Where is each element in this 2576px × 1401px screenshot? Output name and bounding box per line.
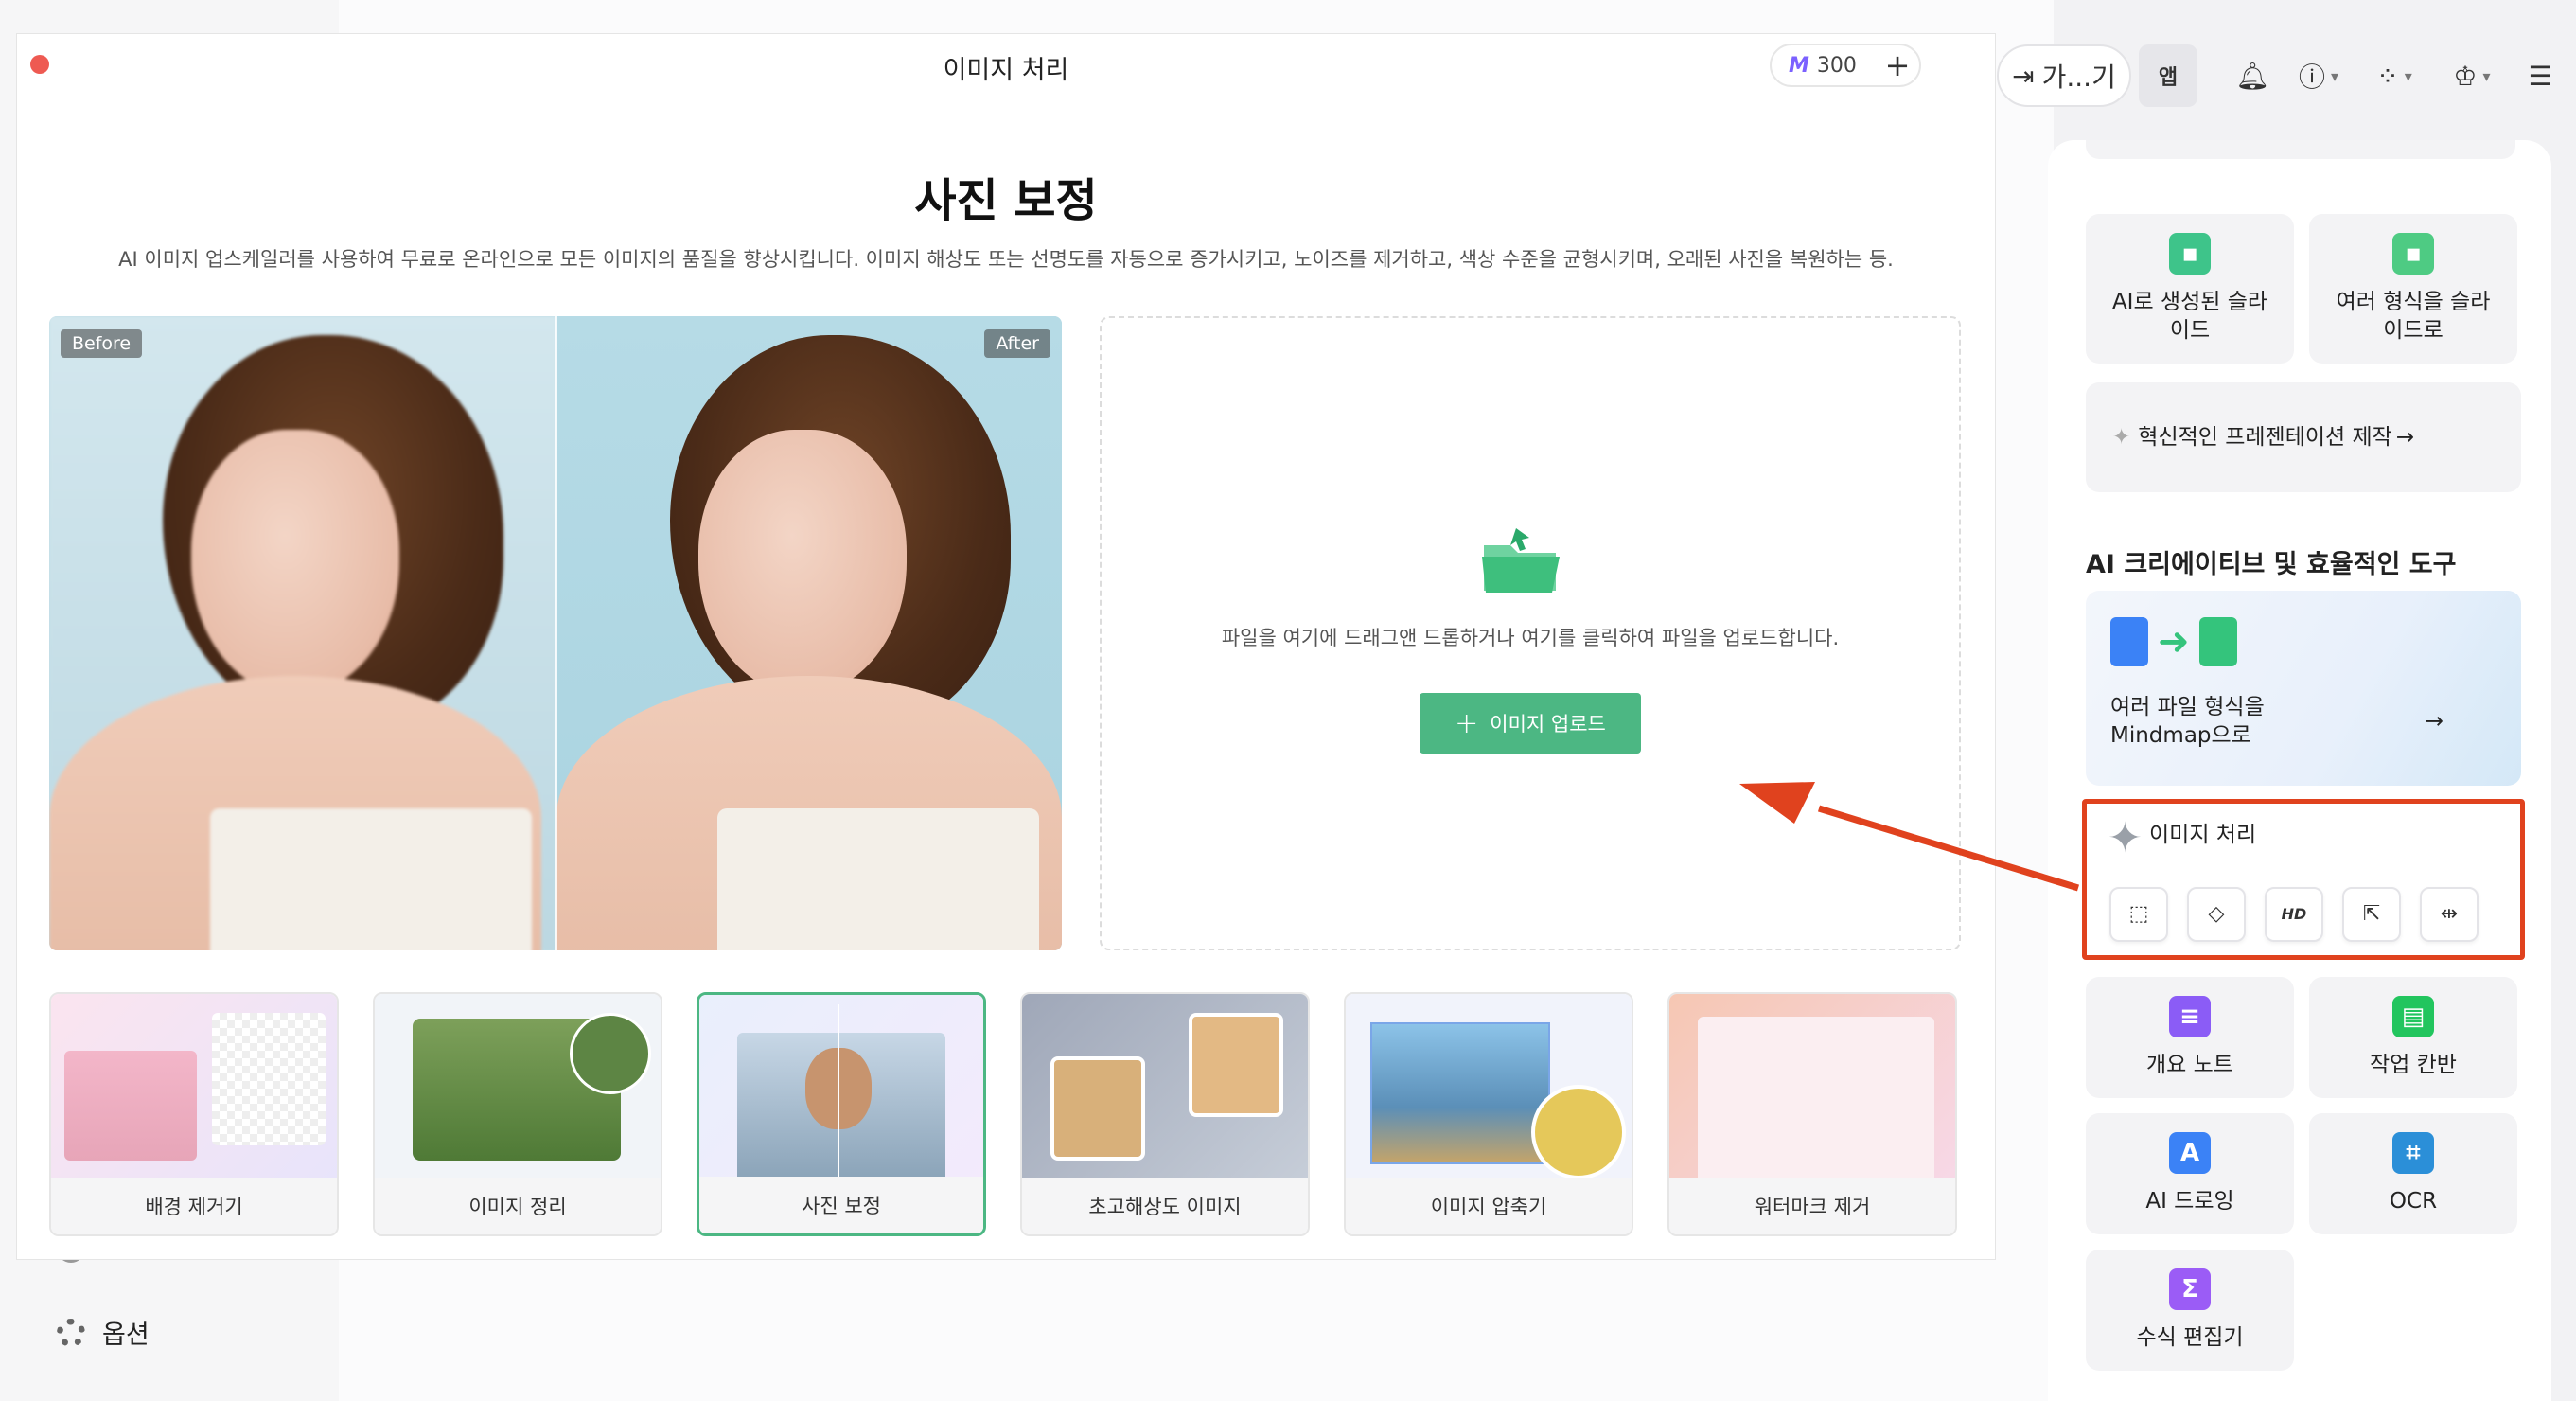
mindmap-convert-icons: ➜ [2110,617,2237,666]
slides-convert-icon: ▪ [2392,233,2434,275]
shirt-icon[interactable]: ♔ ▾ [2434,36,2510,115]
help-icon[interactable]: ⓘ ▾ [2283,36,2355,115]
after-tag: After [984,329,1050,358]
tool-card-label: 이미지 압축기 [1346,1178,1632,1234]
hd-icon[interactable]: HD [2265,887,2323,942]
outline-icon[interactable]: ☰ [2512,36,2568,115]
page-title: 사진 보정 [914,174,1098,227]
tool-card-label: 배경 제거기 [51,1178,337,1234]
sidebar-section-title: AI 크리에이티브 및 효율적인 도구 [2086,550,2457,579]
image-cleanup-thumbnail [375,994,661,1179]
mindmap-file-icon [2198,617,2237,666]
drop-zone-text: 파일을 여기에 드래그앤 드롭하거나 여기를 클릭하여 파일을 업로드합니다. [1221,627,1840,649]
arrow-right-icon: → [2425,709,2444,734]
kanban-icon: ▤ [2392,996,2434,1037]
ai-drawing-card[interactable]: A AI 드로잉 [2086,1113,2294,1234]
tool-card-photo-enhance[interactable]: 사진 보정 [697,992,986,1236]
kanban-card[interactable]: ▤ 작업 칸반 [2309,977,2517,1098]
ai-drawing-label: AI 드로잉 [2145,1189,2234,1214]
gear-icon [57,1318,85,1347]
ai-slides-icon: ▪ [2169,233,2211,275]
sign-in-icon: ⇥ [2012,60,2035,92]
image-processing-window: 이미지 처리 M 300 + 사진 보정 AI 이미지 업스케일러를 사용하여 … [17,34,1995,1259]
sidebar-cutoff-card [2086,140,2515,159]
ocr-label: OCR [2389,1189,2438,1214]
outline-note-icon: ≡ [2169,996,2211,1037]
go-button[interactable]: ⇥ 가...기 [1997,44,2131,107]
credits-badge[interactable]: M 300 + [1770,44,1921,87]
innovative-presentation-card[interactable]: ✦ 혁신적인 프레젠테이션 제작 → [2086,382,2521,492]
tool-card-image-compressor[interactable]: 이미지 압축기 [1344,992,1633,1236]
upload-image-button[interactable]: + 이미지 업로드 [1420,693,1641,754]
photo-enhance-thumbnail [699,995,983,1180]
ai-slides-label: AI로 생성된 슬라이드 [2111,290,2268,343]
after-image [556,316,1062,950]
file-drop-zone[interactable]: 파일을 여기에 드래그앤 드롭하거나 여기를 클릭하여 파일을 업로드합니다. … [1100,316,1961,950]
tool-card-background-remover[interactable]: 배경 제거기 [49,992,339,1236]
before-tag: Before [61,329,143,358]
before-image [49,316,556,950]
image-processing-card[interactable]: ✦ 이미지 처리 ⬚ ◇ HD ⇱ ⇹ [2082,799,2525,960]
formula-editor-card[interactable]: Σ 수식 편집기 [2086,1250,2294,1371]
outline-note-card[interactable]: ≡ 개요 노트 [2086,977,2294,1098]
upscale-icon[interactable]: ⇱ [2342,887,2401,942]
ocr-card[interactable]: ⌗ OCR [2309,1113,2517,1234]
tool-card-label: 이미지 정리 [375,1178,661,1234]
options-label: 옵션 [102,1321,150,1350]
formats-to-slides-label: 여러 형식을 슬라이드로 [2336,290,2491,343]
compress-icon[interactable]: ⇹ [2420,887,2479,942]
go-button-label: 가...기 [2041,62,2116,93]
page-description: AI 이미지 업스케일러를 사용하여 무료로 온라인으로 모든 이미지의 품질을… [118,248,1894,271]
app-button[interactable]: 앱 [2139,44,2197,107]
background-remove-icon[interactable]: ⬚ [2109,887,2168,942]
folder-icon [1482,528,1560,593]
comparison-divider[interactable] [555,316,557,950]
tool-card-watermark-remover[interactable]: 워터마크 제거 [1667,992,1957,1236]
mindmap-convert-card[interactable]: ➜ 여러 파일 형식을 Mindmap으로 → [2086,591,2521,786]
sigma-icon: Σ [2169,1268,2211,1310]
image-compressor-thumbnail [1346,994,1632,1179]
sparkle-icon: ✦ [2108,814,2143,862]
add-credits-button[interactable]: + [1879,47,1915,83]
eraser-icon[interactable]: ◇ [2187,887,2246,942]
right-sidebar: ▪ AI로 생성된 슬라이드 ▪ 여러 형식을 슬라이드로 ✦ 혁신적인 프레젠… [2048,140,2551,1401]
tool-card-label: 워터마크 제거 [1669,1178,1955,1234]
arrow-right-icon: → [2395,425,2415,450]
ai-slides-card[interactable]: ▪ AI로 생성된 슬라이드 [2086,214,2294,364]
window-title: 이미지 처리 [943,56,1069,85]
formula-editor-label: 수식 편집기 [2136,1325,2244,1350]
credits-logo-icon: M [1789,53,1809,78]
ocr-icon: ⌗ [2392,1132,2434,1174]
image-processing-label: 이미지 처리 [2149,823,2257,847]
watermark-remover-thumbnail [1669,994,1955,1179]
sparkle-icon: ✦ [2112,425,2131,450]
bell-icon[interactable]: 🔔︎ [2224,36,2281,115]
apps-grid-icon[interactable]: ⁘ ▾ [2356,36,2432,115]
formats-to-slides-card[interactable]: ▪ 여러 형식을 슬라이드로 [2309,214,2517,364]
credits-count: 300 [1816,53,1857,78]
app-button-label: 앱 [2158,66,2179,90]
top-toolbar: ⇥ 가...기 앱 🔔︎ ⓘ ▾ ⁘ ▾ ♔ ▾ ☰ [1997,36,2576,115]
outline-note-label: 개요 노트 [2146,1053,2233,1077]
tool-card-label: 사진 보정 [699,1177,983,1233]
mindmap-convert-label: 여러 파일 형식을 Mindmap으로 [2110,695,2265,748]
upload-image-label: 이미지 업로드 [1490,713,1606,736]
document-icon [2110,617,2148,666]
tool-card-super-resolution[interactable]: 초고해상도 이미지 [1020,992,1310,1236]
plus-icon: + [1455,706,1479,740]
convert-arrow-icon: ➜ [2158,620,2190,664]
super-resolution-thumbnail [1022,994,1308,1179]
tool-card-image-cleanup[interactable]: 이미지 정리 [373,992,662,1236]
options-menu-item[interactable]: 옵션 [57,1314,150,1351]
background-remover-thumbnail [51,994,337,1179]
ai-drawing-icon: A [2169,1132,2211,1174]
innovative-presentation-label: 혁신적인 프레젠테이션 제작 [2138,425,2392,450]
kanban-label: 작업 칸반 [2370,1053,2457,1077]
before-after-preview: Before After [49,316,1062,950]
tool-card-label: 초고해상도 이미지 [1022,1178,1308,1234]
